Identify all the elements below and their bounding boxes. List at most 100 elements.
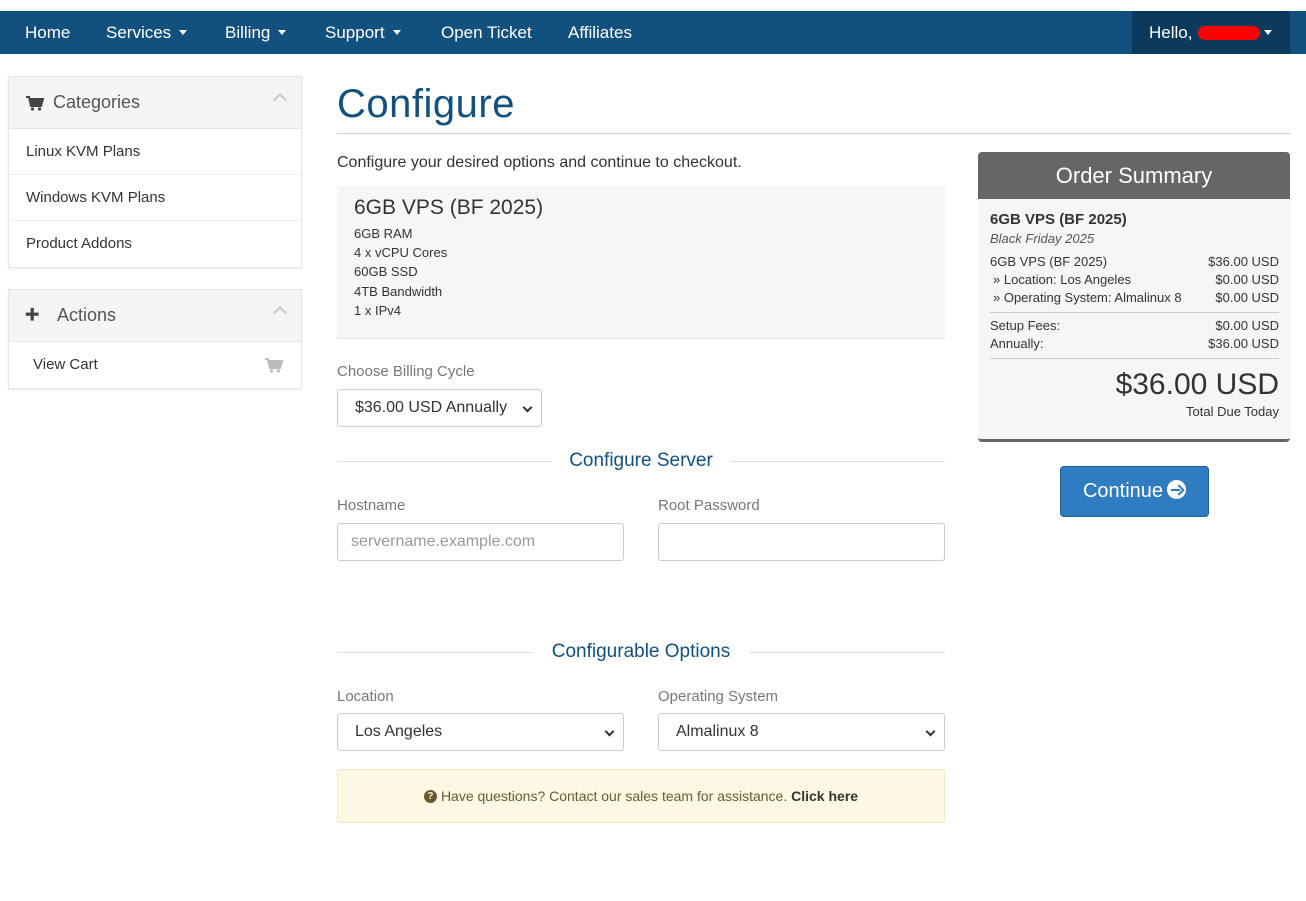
setup-fees-label: Setup Fees: xyxy=(990,318,1061,333)
page-title: Configure xyxy=(337,82,515,126)
summary-divider xyxy=(990,312,1279,313)
billing-cycle-select[interactable]: $36.00 USD Annually xyxy=(337,389,542,427)
question-circle-icon: ? xyxy=(423,789,437,803)
arrow-circle-right-icon xyxy=(1167,480,1187,500)
operating-system-label: Operating System xyxy=(658,688,779,705)
section-divider xyxy=(730,461,945,462)
summary-line-label: 6GB VPS (BF 2025) xyxy=(990,254,1108,269)
shopping-cart-icon xyxy=(26,96,45,111)
summary-line: » Location: Los Angeles $0.00 USD xyxy=(990,271,1279,289)
shopping-cart-icon xyxy=(265,358,284,373)
product-info-box: 6GB VPS (BF 2025) 6GB RAM 4 x vCPU Cores… xyxy=(337,186,945,339)
sidebar-item-label: Product Addons xyxy=(26,235,132,252)
chevron-down-icon xyxy=(925,726,936,737)
help-text: Have questions? Contact our sales team f… xyxy=(440,788,788,804)
nav-affiliates-label: Affiliates xyxy=(568,23,632,42)
nav-open-ticket[interactable]: Open Ticket xyxy=(441,11,532,54)
intro-text: Configure your desired options and conti… xyxy=(337,154,742,171)
plus-icon xyxy=(25,307,39,321)
chevron-down-icon xyxy=(604,726,615,737)
order-summary: Order Summary 6GB VPS (BF 2025) Black Fr… xyxy=(978,152,1290,442)
configurable-options-title: Configurable Options xyxy=(551,641,731,662)
total-due-label: Total Due Today xyxy=(1186,404,1279,419)
root-password-label: Root Password xyxy=(658,497,760,514)
help-alert: ? Have questions? Contact our sales team … xyxy=(337,769,945,823)
summary-recurring: Annually: $36.00 USD xyxy=(990,335,1279,353)
continue-button[interactable]: Continue xyxy=(1060,466,1209,517)
caret-down-icon xyxy=(1264,30,1273,36)
location-select[interactable]: Los Angeles xyxy=(337,713,624,751)
nav-affiliates[interactable]: Affiliates xyxy=(568,11,632,54)
nav-open-ticket-label: Open Ticket xyxy=(441,23,532,42)
product-feature: 60GB SSD xyxy=(354,264,418,280)
categories-header[interactable]: Categories xyxy=(9,77,301,129)
section-divider xyxy=(749,652,945,653)
billing-cycle-value: $36.00 USD Annually xyxy=(355,399,508,416)
nav-services[interactable]: Services xyxy=(106,11,188,54)
user-greeting: Hello, xyxy=(1149,23,1193,42)
recurring-label: Annually: xyxy=(990,336,1044,351)
nav-home-label: Home xyxy=(25,23,71,42)
configure-server-title: Configure Server xyxy=(569,450,713,471)
sidebar-item-label: View Cart xyxy=(33,356,98,373)
nav-support-label: Support xyxy=(325,23,385,42)
operating-system-value: Almalinux 8 xyxy=(676,723,759,740)
top-navbar: Home Services Billing Support Open Ticke… xyxy=(0,11,1306,54)
title-divider xyxy=(337,133,1290,134)
product-feature: 4TB Bandwidth xyxy=(354,283,443,299)
operating-system-select[interactable]: Almalinux 8 xyxy=(658,713,945,751)
summary-product-group: Black Friday 2025 xyxy=(990,231,1095,246)
recurring-amount: $36.00 USD xyxy=(1208,336,1279,351)
summary-setup-fees: Setup Fees: $0.00 USD xyxy=(990,317,1279,335)
help-link[interactable]: Click here xyxy=(791,788,858,804)
chevron-up-icon[interactable] xyxy=(272,305,288,321)
sidebar-item-view-cart[interactable]: View Cart xyxy=(9,342,301,388)
setup-fees-amount: $0.00 USD xyxy=(1215,318,1279,333)
summary-line-amount: $0.00 USD xyxy=(1215,272,1279,287)
location-label: Location xyxy=(337,688,394,705)
actions-header[interactable]: Actions xyxy=(9,290,301,342)
summary-line-label: » Operating System: Almalinux 8 xyxy=(993,290,1182,305)
nav-home[interactable]: Home xyxy=(25,11,70,54)
sidebar-item-label: Windows KVM Plans xyxy=(26,189,166,206)
chevron-up-icon[interactable] xyxy=(272,92,288,108)
summary-line-label: » Location: Los Angeles xyxy=(993,272,1132,287)
nav-services-label: Services xyxy=(106,23,172,42)
order-summary-title: Order Summary xyxy=(978,152,1290,199)
product-name: 6GB VPS (BF 2025) xyxy=(354,196,544,219)
summary-line: » Operating System: Almalinux 8 $0.00 USD xyxy=(990,289,1279,307)
billing-cycle-label: Choose Billing Cycle xyxy=(337,363,475,380)
summary-product-name: 6GB VPS (BF 2025) xyxy=(990,211,1127,228)
actions-panel: Actions View Cart xyxy=(8,289,302,389)
sidebar-item-linux-kvm[interactable]: Linux KVM Plans xyxy=(9,129,301,175)
product-feature: 6GB RAM xyxy=(354,226,413,241)
summary-line: 6GB VPS (BF 2025) $36.00 USD xyxy=(990,253,1279,271)
redacted-username xyxy=(1198,25,1261,40)
chevron-down-icon xyxy=(522,402,533,413)
summary-divider xyxy=(990,358,1279,359)
continue-label: Continue xyxy=(1082,480,1164,502)
section-divider xyxy=(337,461,552,462)
summary-line-amount: $0.00 USD xyxy=(1215,290,1279,305)
root-password-input[interactable] xyxy=(658,523,945,561)
nav-billing-label: Billing xyxy=(225,23,271,42)
section-divider xyxy=(337,652,533,653)
categories-title: Categories xyxy=(53,92,141,112)
actions-title: Actions xyxy=(57,305,117,325)
caret-down-icon xyxy=(179,30,188,36)
sidebar-item-windows-kvm[interactable]: Windows KVM Plans xyxy=(9,175,301,221)
caret-down-icon xyxy=(392,30,401,36)
location-value: Los Angeles xyxy=(355,723,443,740)
sidebar-item-label: Linux KVM Plans xyxy=(26,143,141,160)
product-feature: 1 x IPv4 xyxy=(354,302,401,318)
nav-support[interactable]: Support xyxy=(325,11,401,54)
hostname-label: Hostname xyxy=(337,497,406,514)
nav-billing[interactable]: Billing xyxy=(225,11,287,54)
caret-down-icon xyxy=(278,30,287,36)
hostname-input[interactable] xyxy=(337,523,624,561)
summary-line-amount: $36.00 USD xyxy=(1208,254,1279,269)
user-menu[interactable]: Hello, xyxy=(1132,11,1290,54)
categories-panel: Categories Linux KVM Plans Windows KVM P… xyxy=(8,76,302,268)
sidebar-item-product-addons[interactable]: Product Addons xyxy=(9,221,301,267)
product-feature: 4 x vCPU Cores xyxy=(354,245,448,261)
